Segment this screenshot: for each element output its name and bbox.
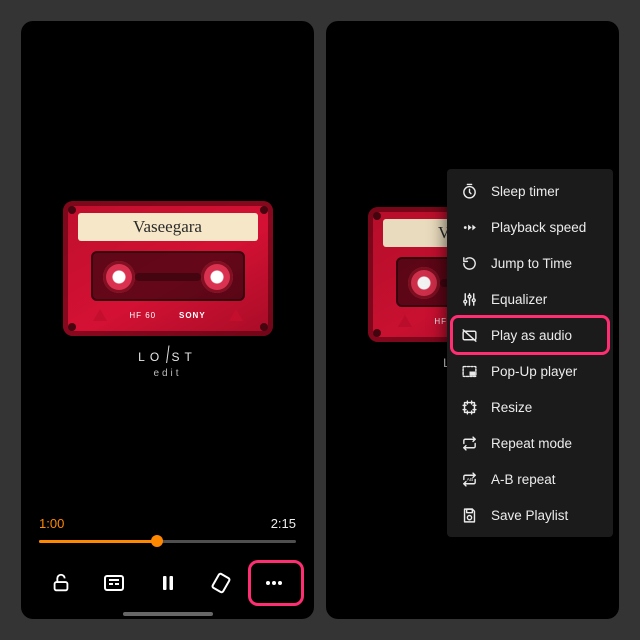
equalizer-icon	[460, 290, 478, 308]
seek-thumb[interactable]	[151, 535, 163, 547]
track-title: LO/ST	[63, 350, 273, 364]
save-playlist-icon	[460, 506, 478, 524]
album-art: Vaseegara HF 60 SONY LO/ST edit	[63, 201, 273, 379]
pause-button[interactable]	[146, 561, 190, 605]
playback-speed-icon	[460, 218, 478, 236]
seek-fill	[39, 540, 157, 543]
menu-item-label: Save Playlist	[491, 508, 568, 523]
jump-to-time-icon	[460, 254, 478, 272]
subtitles-icon	[102, 571, 126, 595]
cassette-model: HF 60	[129, 311, 156, 320]
menu-item-pop-up-player[interactable]: Pop-Up player	[447, 353, 613, 389]
left-player-screen: Vaseegara HF 60 SONY LO/ST edit 1:00 2:1…	[21, 21, 314, 619]
menu-item-jump-to-time[interactable]: Jump to Time	[447, 245, 613, 281]
menu-item-label: Playback speed	[491, 220, 586, 235]
menu-item-label: Sleep timer	[491, 184, 559, 199]
sleep-timer-icon	[460, 182, 478, 200]
right-player-screen: Vaseegara HF 60 SONY LO/ST edit Sleep ti…	[326, 21, 619, 619]
more-button[interactable]	[252, 561, 296, 605]
cassette-label: Vaseegara	[78, 213, 258, 241]
time-duration: 2:15	[271, 516, 296, 531]
menu-item-label: A-B repeat	[491, 472, 556, 487]
cassette-brand: SONY	[179, 311, 206, 320]
menu-item-sleep-timer[interactable]: Sleep timer	[447, 173, 613, 209]
seek-bar[interactable]	[39, 531, 296, 553]
menu-item-label: Repeat mode	[491, 436, 572, 451]
menu-item-resize[interactable]: Resize	[447, 389, 613, 425]
menu-item-label: Equalizer	[491, 292, 547, 307]
rotate-icon	[209, 571, 233, 595]
menu-item-repeat-mode[interactable]: Repeat mode	[447, 425, 613, 461]
menu-item-label: Pop-Up player	[491, 364, 577, 379]
cassette-image: Vaseegara HF 60 SONY	[63, 201, 273, 336]
menu-item-label: Play as audio	[491, 328, 572, 343]
more-icon	[262, 571, 286, 595]
menu-item-a-b-repeat[interactable]: AB A-B repeat	[447, 461, 613, 497]
pause-icon	[156, 571, 180, 595]
playback-controls: 1:00 2:15	[21, 516, 314, 611]
menu-item-equalizer[interactable]: Equalizer	[447, 281, 613, 317]
menu-item-label: Jump to Time	[491, 256, 572, 271]
menu-item-label: Resize	[491, 400, 532, 415]
rotate-button[interactable]	[199, 561, 243, 605]
time-position: 1:00	[39, 516, 64, 531]
resize-icon	[460, 398, 478, 416]
menu-item-playback-speed[interactable]: Playback speed	[447, 209, 613, 245]
menu-item-save-playlist[interactable]: Save Playlist	[447, 497, 613, 533]
play-as-audio-icon	[460, 326, 478, 344]
subtitles-button[interactable]	[92, 561, 136, 605]
menu-item-play-as-audio[interactable]: Play as audio	[447, 317, 613, 353]
svg-text:AB: AB	[466, 476, 473, 482]
track-subtitle: edit	[63, 368, 273, 379]
ab-repeat-icon: AB	[460, 470, 478, 488]
lock-button[interactable]	[39, 561, 83, 605]
unlock-icon	[50, 572, 72, 594]
overflow-menu: Sleep timer Playback speed Jump to Time Equ…	[447, 169, 613, 537]
popup-player-icon	[460, 362, 478, 380]
home-indicator	[123, 612, 213, 616]
repeat-mode-icon	[460, 434, 478, 452]
